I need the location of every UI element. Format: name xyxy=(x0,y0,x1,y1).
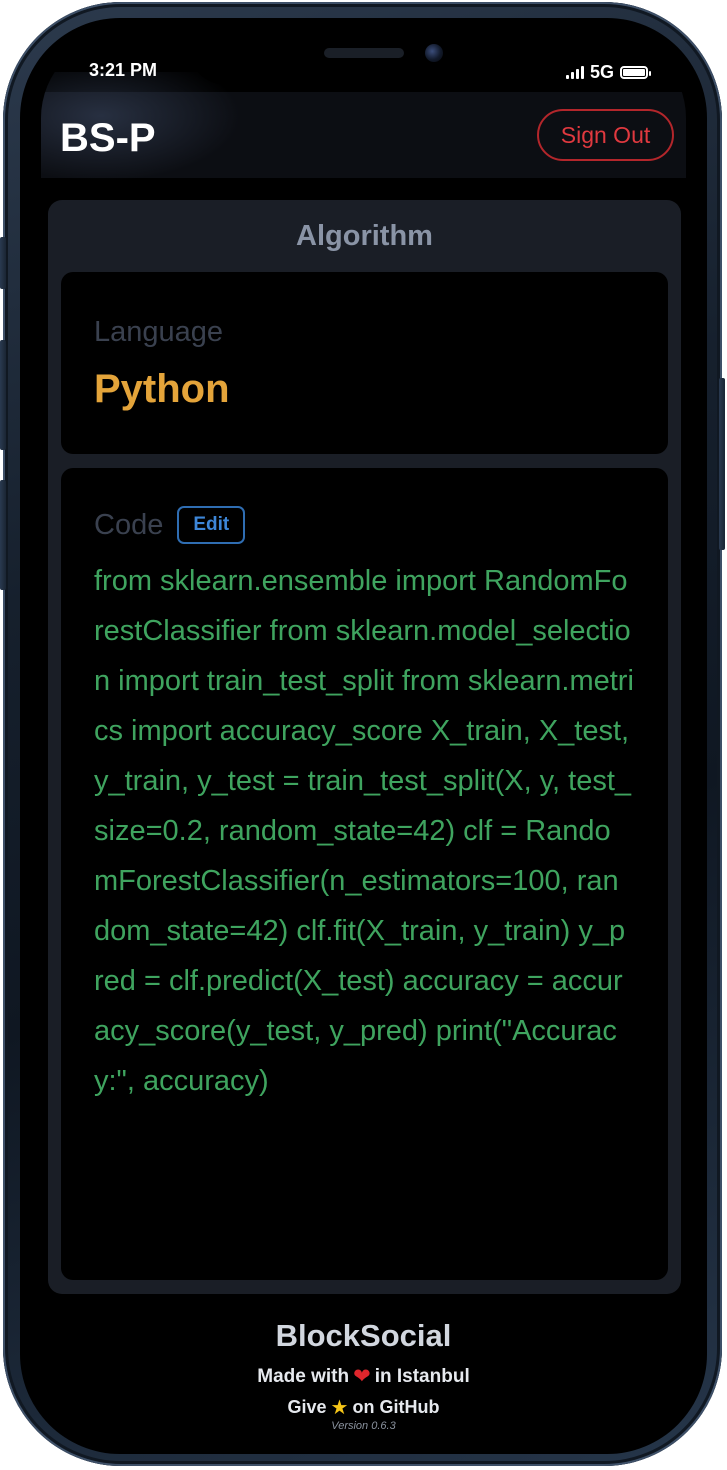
heart-icon: ❤ xyxy=(353,1365,371,1388)
language-value: Python xyxy=(94,367,230,411)
app-header: BS-P Sign Out xyxy=(41,72,686,182)
github-star-link[interactable]: Give ★ on GitHub xyxy=(41,1395,686,1420)
give-prefix: Give xyxy=(287,1397,327,1417)
notch xyxy=(191,34,536,84)
footer: BlockSocial Made with ❤ in Istanbul Give… xyxy=(41,1318,686,1432)
give-suffix: on GitHub xyxy=(352,1397,440,1417)
code-content: from sklearn.ensemble import RandomFores… xyxy=(94,565,634,1097)
panel-title: Algorithm xyxy=(296,220,433,252)
volume-up-button xyxy=(0,340,6,450)
status-indicators: 5G xyxy=(565,62,651,83)
status-bar: 3:21 PM 5G xyxy=(41,34,686,92)
status-time: 3:21 PM xyxy=(89,60,158,80)
made-with-line: Made with ❤ in Istanbul xyxy=(41,1364,686,1389)
edit-code-button[interactable]: Edit xyxy=(177,506,246,544)
camera-icon xyxy=(425,44,443,62)
network-type: 5G xyxy=(589,62,614,82)
battery-icon xyxy=(620,66,651,79)
footer-brand[interactable]: BlockSocial xyxy=(41,1318,686,1354)
code-card: Code Edit from sklearn.ensemble import R… xyxy=(61,468,668,1280)
star-icon: ★ xyxy=(330,1397,349,1419)
power-button xyxy=(719,378,725,550)
code-label-row: Code Edit xyxy=(94,506,246,544)
speaker-grille xyxy=(324,48,404,58)
made-prefix: Made with xyxy=(257,1365,350,1387)
signal-icon xyxy=(565,66,584,79)
sign-out-button[interactable]: Sign Out xyxy=(537,109,674,161)
language-card: Language Python xyxy=(61,272,668,454)
app-version: Version 0.6.3 xyxy=(331,1420,396,1432)
brand-logo-text[interactable]: BS-P xyxy=(60,116,156,161)
made-suffix: in Istanbul xyxy=(374,1365,470,1387)
phone-screen: 3:21 PM 5G BS-P Sign Out Algorithm Langu… xyxy=(41,34,686,1434)
language-label: Language xyxy=(94,316,224,348)
algorithm-panel: Algorithm Language Python Code Edit from… xyxy=(48,200,681,1294)
volume-down-button xyxy=(0,480,6,590)
silent-switch xyxy=(0,237,6,289)
code-label: Code xyxy=(94,508,164,541)
